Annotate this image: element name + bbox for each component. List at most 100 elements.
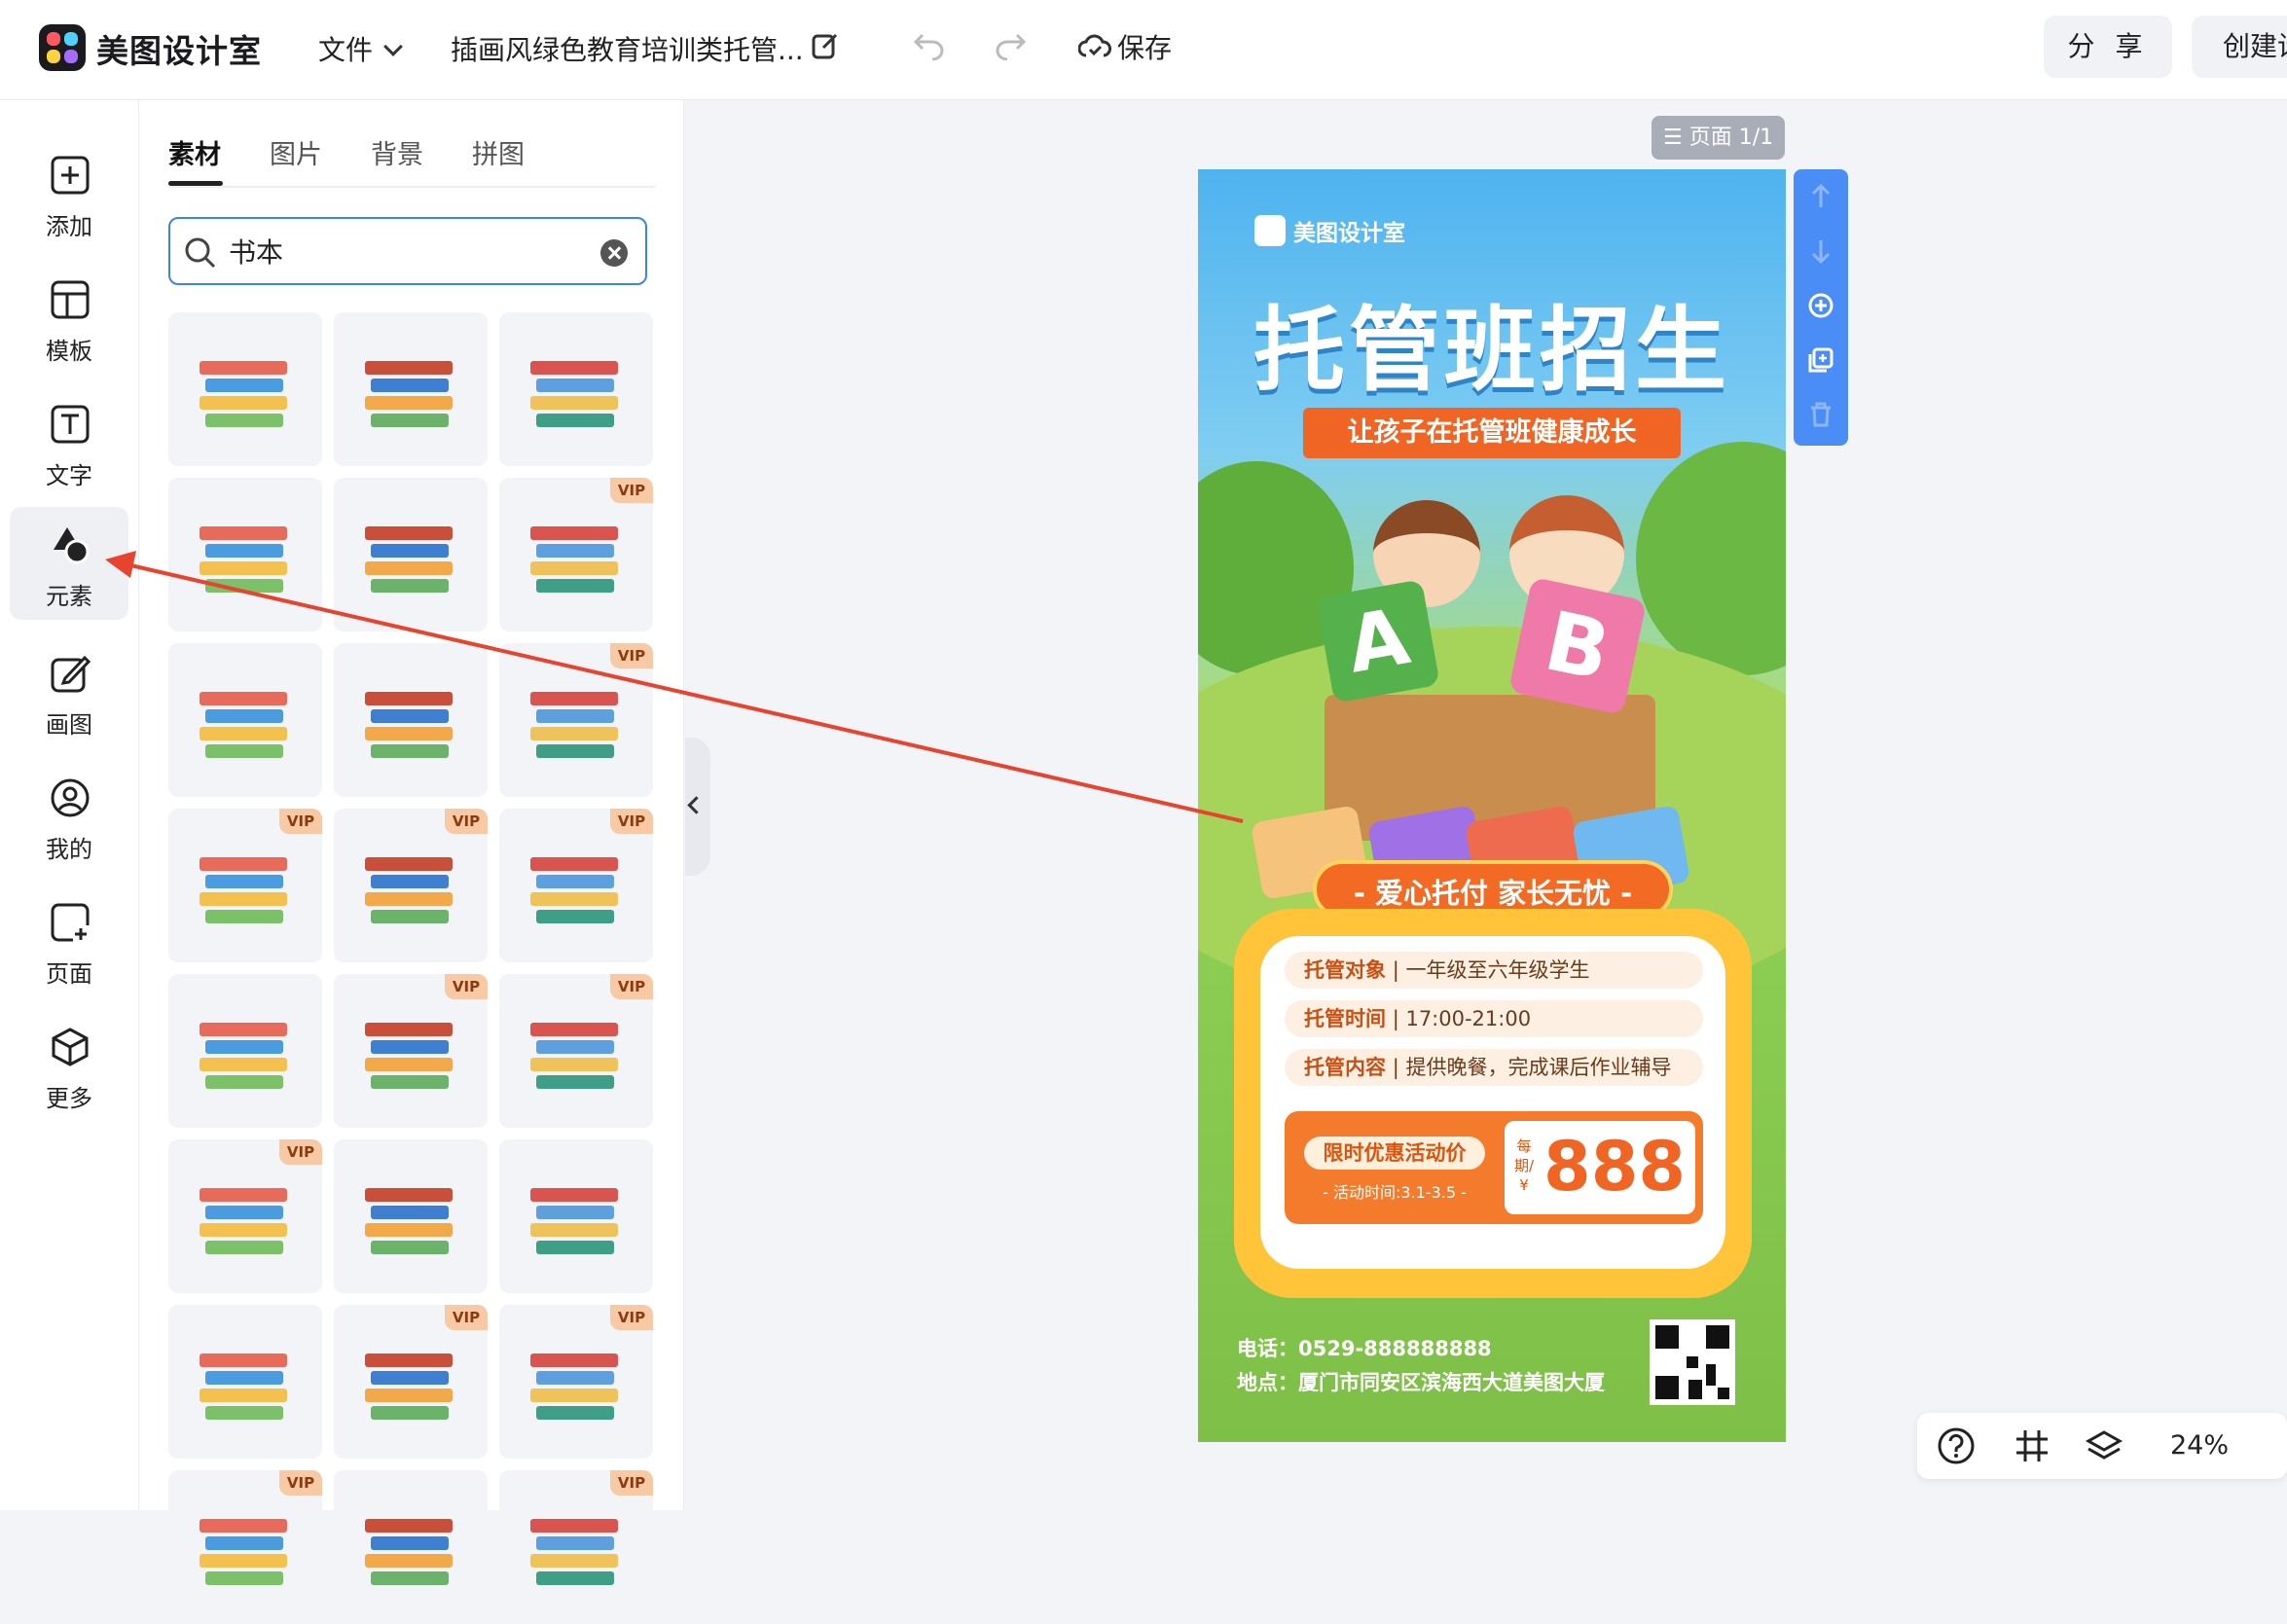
nav-item-more[interactable]: 更多 bbox=[10, 1009, 128, 1122]
template-icon bbox=[51, 280, 90, 319]
asset-item[interactable]: VIP bbox=[499, 809, 653, 962]
clear-search-icon[interactable] bbox=[600, 239, 628, 267]
asset-item[interactable] bbox=[499, 312, 653, 466]
book-illustration bbox=[205, 1571, 283, 1585]
asset-item[interactable]: VIP bbox=[334, 974, 488, 1128]
delete-page-icon[interactable] bbox=[1807, 401, 1834, 428]
asset-item[interactable] bbox=[334, 643, 488, 797]
qr-code-icon bbox=[1650, 1319, 1735, 1405]
book-illustration bbox=[536, 544, 614, 558]
price-value: 888 bbox=[1543, 1127, 1687, 1207]
active-tab-indicator bbox=[168, 181, 223, 186]
book-illustration bbox=[200, 526, 287, 540]
search-input[interactable] bbox=[229, 229, 589, 273]
move-down-icon[interactable] bbox=[1807, 237, 1834, 265]
redo-icon[interactable] bbox=[994, 31, 1027, 60]
nav-item-page[interactable]: 页面 bbox=[10, 884, 128, 997]
info-row: 托管内容 | 提供晚餐，完成课后作业辅导 bbox=[1285, 1049, 1703, 1086]
asset-item[interactable]: VIP bbox=[168, 1470, 322, 1624]
save-button[interactable]: 保存 bbox=[1078, 27, 1172, 66]
nav-item-draw[interactable]: 画图 bbox=[10, 635, 128, 748]
book-illustration bbox=[205, 1206, 283, 1219]
tab-materials[interactable]: 素材 bbox=[168, 133, 221, 171]
asset-item[interactable] bbox=[334, 1139, 488, 1293]
book-illustration bbox=[365, 692, 453, 705]
asset-item[interactable] bbox=[168, 1305, 322, 1459]
asset-item[interactable] bbox=[499, 1139, 653, 1293]
book-illustration bbox=[536, 379, 614, 392]
asset-item[interactable]: VIP bbox=[334, 809, 488, 962]
nav-item-template[interactable]: 模板 bbox=[10, 262, 128, 375]
poster-brand: 美图设计室 bbox=[1254, 214, 1405, 247]
grid-icon[interactable] bbox=[2011, 1425, 2053, 1467]
book-illustration bbox=[365, 1519, 453, 1533]
document-title[interactable]: 插画风绿色教育培训类托管... bbox=[451, 29, 801, 68]
app-logo-icon[interactable] bbox=[39, 24, 86, 71]
info-card-inner: 托管对象 | 一年级至六年级学生 托管时间 | 17:00-21:00 托管内容… bbox=[1260, 936, 1725, 1269]
poster-canvas[interactable]: 美图设计室 托管班招生 让孩子在托管班健康成长 A B - 爱心托付 家长无忧 … bbox=[1198, 169, 1786, 1442]
asset-item[interactable] bbox=[168, 312, 322, 466]
book-illustration bbox=[205, 1241, 283, 1254]
tab-backgrounds[interactable]: 背景 bbox=[371, 133, 423, 171]
poster-contact: 电话：0529-888888888 地点：厦门市同安区滨海西大道美图大厦 bbox=[1237, 1332, 1605, 1400]
add-page-icon[interactable] bbox=[1807, 292, 1834, 319]
nav-item-elements[interactable]: 元素 bbox=[10, 507, 128, 620]
move-up-icon[interactable] bbox=[1807, 183, 1834, 210]
asset-item[interactable]: VIP bbox=[499, 478, 653, 632]
book-illustration bbox=[365, 526, 453, 540]
poster-ribbon: 让孩子在托管班健康成长 bbox=[1286, 408, 1698, 458]
search-box[interactable] bbox=[168, 217, 647, 285]
file-menu[interactable]: 文件 bbox=[318, 29, 403, 68]
nav-item-text[interactable]: 文字 bbox=[10, 386, 128, 499]
draw-icon bbox=[51, 655, 91, 693]
nav-label: 更多 bbox=[46, 1085, 92, 1112]
tab-images[interactable]: 图片 bbox=[270, 133, 322, 171]
poster-headline: 托管班招生 bbox=[1252, 298, 1730, 404]
app-title: 美图设计室 bbox=[96, 32, 262, 70]
book-illustration bbox=[200, 1023, 287, 1036]
asset-item[interactable]: VIP bbox=[168, 809, 322, 962]
layers-icon[interactable] bbox=[2083, 1425, 2125, 1467]
asset-item[interactable] bbox=[168, 974, 322, 1128]
top-bar: 美图设计室 文件 插画风绿色教育培训类托管... 保存 分 享 创建设计 bbox=[0, 0, 2287, 100]
list-icon: ☰ bbox=[1663, 126, 1689, 150]
duplicate-page-icon[interactable] bbox=[1807, 346, 1834, 374]
asset-item[interactable]: VIP bbox=[499, 1470, 653, 1624]
nav-item-add[interactable]: 添加 bbox=[10, 137, 128, 250]
asset-item[interactable]: VIP bbox=[168, 1139, 322, 1293]
collapse-panel-handle[interactable] bbox=[685, 738, 710, 876]
asset-item[interactable]: VIP bbox=[334, 1305, 488, 1459]
asset-item[interactable] bbox=[334, 1470, 488, 1624]
asset-item[interactable] bbox=[334, 312, 488, 466]
edit-icon[interactable] bbox=[811, 31, 840, 60]
book-illustration bbox=[536, 1536, 614, 1550]
asset-item[interactable]: VIP bbox=[499, 643, 653, 797]
book-illustration bbox=[200, 1389, 287, 1402]
asset-item[interactable]: VIP bbox=[499, 1305, 653, 1459]
book-illustration bbox=[205, 875, 283, 888]
asset-item[interactable] bbox=[168, 478, 322, 632]
bottom-toolbar: 24% bbox=[1917, 1413, 2287, 1479]
tab-collage[interactable]: 拼图 bbox=[472, 133, 525, 171]
vip-badge: VIP bbox=[610, 643, 653, 668]
nav-item-mine[interactable]: 我的 bbox=[10, 760, 128, 873]
asset-item[interactable] bbox=[168, 643, 322, 797]
book-illustration bbox=[371, 910, 449, 923]
undo-icon[interactable] bbox=[913, 31, 946, 60]
share-button[interactable]: 分 享 bbox=[2044, 16, 2172, 78]
vip-badge: VIP bbox=[445, 974, 488, 999]
nav-label: 元素 bbox=[46, 583, 92, 610]
page-indicator[interactable]: ☰ 页面 1/1 bbox=[1652, 116, 1785, 160]
info-row: 托管对象 | 一年级至六年级学生 bbox=[1285, 952, 1703, 989]
help-icon[interactable] bbox=[1935, 1425, 1978, 1467]
book-illustration bbox=[536, 744, 614, 758]
more-cube-icon bbox=[52, 1028, 89, 1066]
book-illustration bbox=[371, 1040, 449, 1054]
zoom-level[interactable]: 24% bbox=[2170, 1430, 2229, 1461]
price-tag: 限时优惠活动价 bbox=[1304, 1137, 1485, 1170]
asset-item[interactable] bbox=[334, 478, 488, 632]
book-illustration bbox=[536, 1075, 614, 1089]
asset-item[interactable]: VIP bbox=[499, 974, 653, 1128]
create-design-button[interactable]: 创建设计 bbox=[2192, 16, 2287, 78]
poster-address: 地点：厦门市同安区滨海西大道美图大厦 bbox=[1237, 1371, 1605, 1394]
